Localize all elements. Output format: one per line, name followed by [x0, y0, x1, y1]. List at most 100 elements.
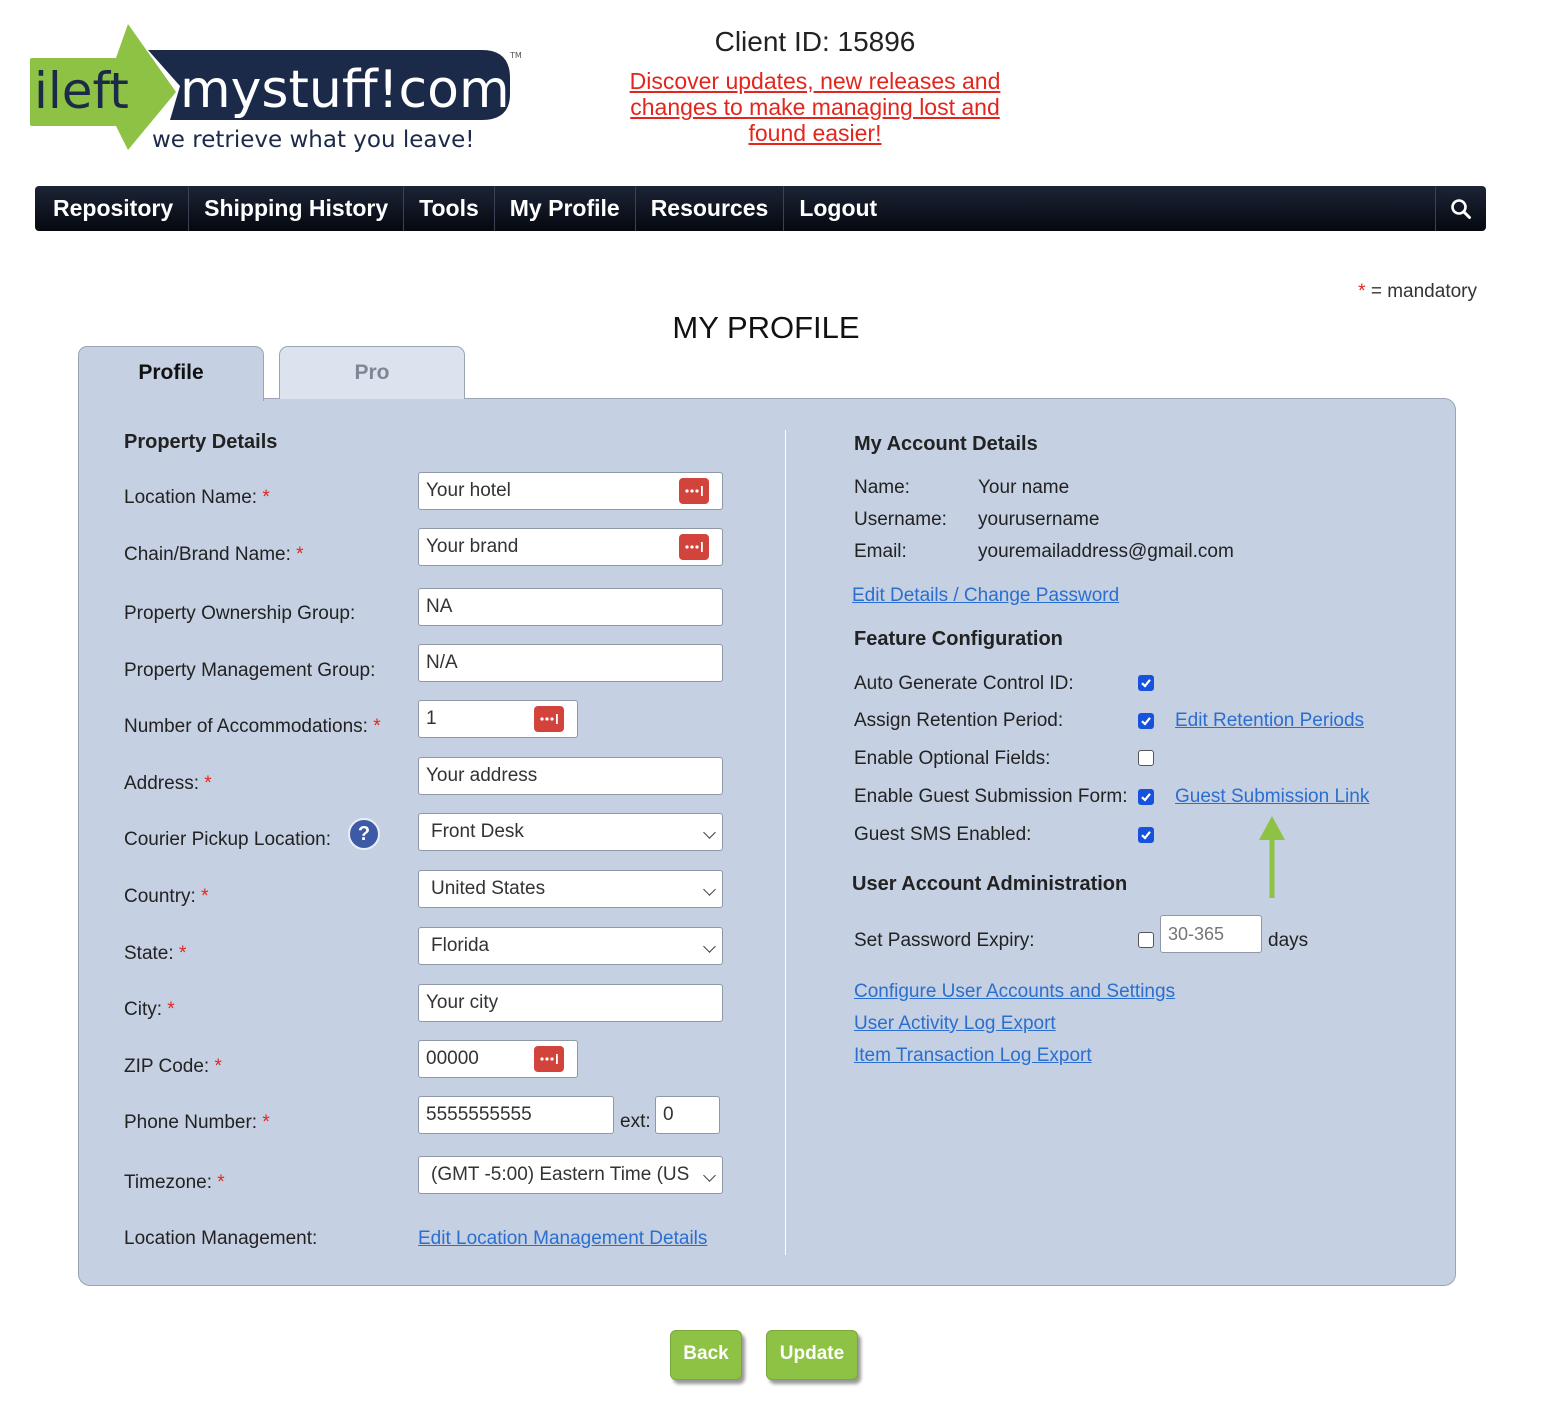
chain-brand-label: Chain/Brand Name: *: [124, 544, 304, 565]
user-activity-log-link[interactable]: User Activity Log Export: [854, 1013, 1056, 1035]
days-label: days: [1268, 930, 1309, 951]
username-value: yourusername: [978, 509, 1100, 530]
courier-value: Front Desk: [431, 821, 524, 842]
zip-label: ZIP Code: *: [124, 1056, 222, 1077]
city-label: City: *: [124, 999, 175, 1020]
location-management-label: Location Management:: [124, 1228, 318, 1249]
location-name-label: Location Name: *: [124, 487, 270, 508]
address-label: Address: *: [124, 773, 212, 794]
brand-logo[interactable]: ileft mystuff!com TM we retrieve what yo…: [28, 24, 530, 159]
annotation-arrow-icon: [1259, 816, 1285, 898]
logo-trademark: TM: [509, 51, 522, 60]
tab-pro[interactable]: Pro: [279, 346, 465, 399]
password-manager-icon[interactable]: [534, 706, 564, 732]
email-value: youremailaddress@gmail.com: [978, 541, 1234, 562]
ext-input[interactable]: 0: [655, 1096, 720, 1134]
mandatory-text: = mandatory: [1370, 281, 1477, 302]
mandatory-note: * = mandatory: [1358, 281, 1477, 303]
help-icon[interactable]: ?: [348, 818, 380, 850]
city-input[interactable]: Your city: [418, 984, 723, 1022]
nav-tools[interactable]: Tools: [404, 186, 495, 231]
accommodations-input[interactable]: 1: [418, 700, 578, 738]
logo-graphic: ileft mystuff!com TM we retrieve what yo…: [28, 24, 522, 153]
announcement-link[interactable]: Discover updates, new releases and chang…: [600, 68, 1030, 146]
courier-select[interactable]: Front Desk: [418, 813, 723, 851]
password-manager-icon[interactable]: [679, 478, 709, 504]
password-manager-icon[interactable]: [679, 534, 709, 560]
logo-tagline: we retrieve what you leave!: [152, 127, 474, 153]
nav-logout[interactable]: Logout: [784, 186, 892, 231]
check-icon: [1141, 717, 1151, 726]
guest-submission-link[interactable]: Guest Submission Link: [1175, 786, 1369, 808]
nav-my-profile[interactable]: My Profile: [495, 186, 636, 231]
country-label: Country: *: [124, 886, 209, 907]
search-button[interactable]: [1435, 186, 1486, 231]
ownership-group-input[interactable]: NA: [418, 588, 723, 626]
state-select[interactable]: Florida: [418, 927, 723, 965]
tab-profile[interactable]: Profile: [78, 346, 264, 401]
guest-submission-checkbox[interactable]: [1138, 789, 1154, 805]
assign-retention-label: Assign Retention Period:: [854, 710, 1064, 731]
user-admin-title: User Account Administration: [852, 873, 1128, 895]
password-expiry-label: Set Password Expiry:: [854, 930, 1035, 951]
password-manager-icon[interactable]: [534, 1046, 564, 1072]
check-icon: [1141, 679, 1151, 688]
country-select[interactable]: United States: [418, 870, 723, 908]
zip-input[interactable]: 00000: [418, 1040, 578, 1078]
management-group-label: Property Management Group:: [124, 660, 376, 681]
password-expiry-input[interactable]: [1160, 915, 1262, 953]
check-icon: [1141, 793, 1151, 802]
edit-retention-periods-link[interactable]: Edit Retention Periods: [1175, 710, 1364, 732]
location-name-value: Your hotel: [426, 480, 511, 501]
edit-location-management-link[interactable]: Edit Location Management Details: [418, 1228, 707, 1250]
timezone-value: (GMT -5:00) Eastern Time (US: [431, 1164, 690, 1185]
check-icon: [1141, 831, 1151, 840]
chain-brand-input[interactable]: Your brand: [418, 528, 723, 566]
chevron-down-icon: [703, 1169, 716, 1182]
email-label: Email:: [854, 541, 907, 562]
item-transaction-log-link[interactable]: Item Transaction Log Export: [854, 1045, 1092, 1067]
feature-config-title: Feature Configuration: [854, 628, 1063, 650]
configure-user-accounts-link[interactable]: Configure User Accounts and Settings: [854, 981, 1175, 1003]
nav-repository[interactable]: Repository: [35, 186, 190, 231]
ext-label: ext:: [620, 1111, 651, 1132]
chain-brand-value: Your brand: [426, 536, 519, 557]
back-button[interactable]: Back: [670, 1330, 742, 1380]
zip-value: 00000: [426, 1048, 479, 1069]
edit-details-link[interactable]: Edit Details / Change Password: [852, 585, 1119, 607]
accommodations-value: 1: [426, 708, 437, 729]
nav-shipping-history[interactable]: Shipping History: [189, 186, 405, 231]
name-label: Name:: [854, 477, 910, 498]
timezone-select[interactable]: (GMT -5:00) Eastern Time (US: [418, 1156, 723, 1194]
search-icon: [1451, 198, 1471, 219]
courier-label: Courier Pickup Location:: [124, 829, 331, 850]
optional-fields-label: Enable Optional Fields:: [854, 748, 1051, 769]
state-label: State: *: [124, 943, 187, 964]
chevron-down-icon: [703, 883, 716, 896]
update-button[interactable]: Update: [766, 1330, 858, 1380]
state-value: Florida: [431, 935, 490, 956]
logo-right-word: mystuff!com: [180, 60, 510, 120]
chevron-down-icon: [703, 940, 716, 953]
auto-generate-checkbox[interactable]: [1138, 675, 1154, 691]
main-navbar: Repository Shipping History Tools My Pro…: [35, 186, 1486, 231]
guest-sms-label: Guest SMS Enabled:: [854, 824, 1032, 845]
accommodations-label: Number of Accommodations: *: [124, 716, 381, 737]
password-expiry-checkbox[interactable]: [1138, 932, 1154, 948]
address-input[interactable]: Your address: [418, 757, 723, 795]
nav-resources[interactable]: Resources: [636, 186, 785, 231]
optional-fields-checkbox[interactable]: [1138, 750, 1154, 766]
phone-label: Phone Number: *: [124, 1112, 270, 1133]
client-id: Client ID: 15896: [714, 26, 916, 57]
logo-left-word: ileft: [34, 62, 129, 120]
guest-submission-label: Enable Guest Submission Form:: [854, 786, 1128, 807]
auto-generate-label: Auto Generate Control ID:: [854, 673, 1074, 694]
phone-input[interactable]: 5555555555: [418, 1096, 614, 1134]
management-group-input[interactable]: N/A: [418, 644, 723, 682]
timezone-label: Timezone: *: [124, 1172, 225, 1193]
account-details-title: My Account Details: [854, 433, 1038, 455]
guest-sms-checkbox[interactable]: [1138, 827, 1154, 843]
assign-retention-checkbox[interactable]: [1138, 713, 1154, 729]
username-label: Username:: [854, 509, 947, 530]
location-name-input[interactable]: Your hotel: [418, 472, 723, 510]
